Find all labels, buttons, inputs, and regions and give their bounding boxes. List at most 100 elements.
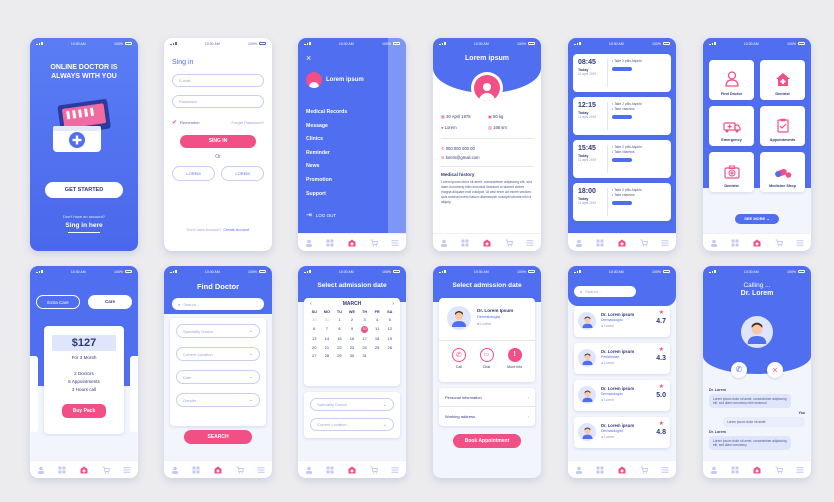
hospital-icon[interactable]	[348, 239, 356, 247]
menu-item-clinics[interactable]: Clinics	[306, 133, 347, 147]
person-icon[interactable]	[710, 466, 718, 474]
menu-icon[interactable]	[123, 466, 131, 474]
menu-item-promotion[interactable]: Promotion	[306, 174, 347, 188]
calendar-day[interactable]: 26	[383, 345, 396, 350]
calendar-day[interactable]: 31	[358, 353, 371, 358]
hospital-icon[interactable]	[618, 239, 626, 247]
password-field[interactable]: Password	[172, 95, 264, 108]
grid-icon[interactable]	[326, 466, 334, 474]
calendar-day[interactable]: 7	[321, 326, 334, 333]
calendar-day[interactable]: 3	[358, 317, 371, 322]
cart-icon[interactable]	[505, 239, 513, 247]
calendar-day[interactable]: 11	[371, 326, 384, 333]
menu-icon[interactable]	[257, 466, 265, 474]
menu-item-news[interactable]: News	[306, 160, 347, 174]
location-select[interactable]: Current Location ⌄	[176, 347, 260, 361]
person-icon[interactable]	[37, 466, 45, 474]
calendar-day-selected[interactable]: 10	[361, 325, 369, 333]
menu-icon[interactable]	[661, 239, 669, 247]
speciality-select[interactable]: Speciality Doctor ⌄	[176, 324, 260, 338]
close-icon[interactable]: ×	[306, 53, 311, 63]
grid-icon[interactable]	[461, 239, 469, 247]
menu-icon[interactable]	[661, 466, 669, 474]
calendar-day[interactable]: 9	[346, 326, 359, 333]
search-input[interactable]: ⌕ Search...	[172, 298, 264, 310]
social-button-2[interactable]: LOREM	[221, 166, 264, 181]
calendar-day[interactable]: 2	[346, 317, 359, 322]
sign-in-link[interactable]: Sing in here	[30, 222, 138, 229]
reminder-card[interactable]: 15:45 Today 11 april 2019 • Take 2 pills As…	[573, 140, 671, 178]
reminder-tag[interactable]	[612, 115, 632, 119]
person-icon[interactable]	[575, 466, 583, 474]
person-icon[interactable]	[305, 239, 313, 247]
doctor-card[interactable]: Dr. Lorem ipsum Dermatologist ● Lorem ★ 5.0	[574, 380, 670, 411]
calendar-day[interactable]: 16	[346, 336, 359, 341]
get-started-button[interactable]: GET STARTED	[45, 182, 123, 198]
calendar-day[interactable]: 28	[321, 353, 334, 358]
calendar-day[interactable]: 31	[321, 317, 334, 322]
calendar-day[interactable]: 17	[358, 336, 371, 341]
doctor-card[interactable]: Dr. Lorem ipsum Dermatologist ● Lorem ★ 4.7	[574, 306, 670, 337]
chevron-left-icon[interactable]: ‹	[310, 301, 312, 307]
cart-icon[interactable]	[640, 239, 648, 247]
menu-item-message[interactable]: Message	[306, 120, 347, 134]
calendar-day[interactable]: 8	[333, 326, 346, 333]
calendar-day[interactable]: 12	[383, 326, 396, 333]
sign-in-button[interactable]: SING IN	[180, 135, 256, 148]
forgot-password-link[interactable]: Forget Password?	[232, 120, 264, 125]
calendar-day[interactable]: 1	[333, 317, 346, 322]
calendar-day[interactable]: 14	[321, 336, 334, 341]
calendar-day[interactable]: 30	[308, 317, 321, 322]
social-button-1[interactable]: LOREM	[172, 166, 215, 181]
cart-icon[interactable]	[236, 466, 244, 474]
chevron-right-icon[interactable]: ›	[392, 301, 394, 307]
tile-emergency[interactable]: Emergency	[709, 106, 754, 146]
menu-icon[interactable]	[796, 466, 804, 474]
menu-item-reminder[interactable]: Reminder	[306, 147, 347, 161]
calendar-day[interactable]: 22	[333, 345, 346, 350]
location-select[interactable]: Current Location ⌄	[310, 418, 394, 431]
cart-icon[interactable]	[370, 239, 378, 247]
cart-icon[interactable]	[102, 466, 110, 474]
tile-appointments[interactable]: Appointments	[760, 106, 805, 146]
calendar-day[interactable]: 20	[308, 345, 321, 350]
logout-button[interactable]: ⇥ LOG OUT	[306, 211, 336, 219]
gender-select[interactable]: Gender ⌄	[176, 393, 260, 407]
call-action[interactable]: ✆ Call	[451, 348, 466, 369]
hospital-icon[interactable]	[753, 239, 761, 247]
calendar-day[interactable]: 6	[308, 326, 321, 333]
person-icon[interactable]	[305, 466, 313, 474]
tab-care[interactable]: Care	[88, 295, 132, 309]
menu-icon[interactable]	[391, 239, 399, 247]
email-field[interactable]: E-mail	[172, 74, 264, 87]
personal-info-row[interactable]: Personal information ›	[439, 388, 535, 407]
reminder-tag[interactable]	[612, 158, 632, 162]
calendar-day[interactable]: 30	[346, 353, 359, 358]
hospital-icon[interactable]	[214, 466, 222, 474]
grid-icon[interactable]	[596, 239, 604, 247]
calendar-day[interactable]: 25	[371, 345, 384, 350]
accept-call-button[interactable]: ✆	[731, 362, 747, 378]
reminder-tag[interactable]	[612, 67, 632, 71]
calendar-day[interactable]: 18	[371, 336, 384, 341]
search-input[interactable]: ⌕ Search...	[574, 286, 636, 297]
calendar-day[interactable]: 23	[346, 345, 359, 350]
menu-icon[interactable]	[526, 239, 534, 247]
calendar-day[interactable]: 21	[321, 345, 334, 350]
reminder-card[interactable]: 12:15 Today 11 april 2019 • Take 2 pills As…	[573, 97, 671, 135]
calendar-day[interactable]: 15	[333, 336, 346, 341]
hospital-icon[interactable]	[80, 466, 88, 474]
cart-icon[interactable]	[370, 466, 378, 474]
date-select[interactable]: Date ⌄	[176, 370, 260, 384]
person-icon[interactable]	[171, 466, 179, 474]
book-appointment-button[interactable]: Book Appointment	[453, 434, 521, 448]
calendar-day[interactable]: 19	[383, 336, 396, 341]
cart-icon[interactable]	[640, 466, 648, 474]
calendar-day[interactable]: 4	[371, 317, 384, 322]
menu-item-support[interactable]: Support	[306, 188, 347, 202]
person-icon[interactable]	[575, 239, 583, 247]
tile-dentist-2[interactable]: Dentrist	[709, 152, 754, 192]
grid-icon[interactable]	[326, 239, 334, 247]
calendar-day[interactable]: 27	[308, 353, 321, 358]
calendar-day[interactable]: 5	[383, 317, 396, 322]
